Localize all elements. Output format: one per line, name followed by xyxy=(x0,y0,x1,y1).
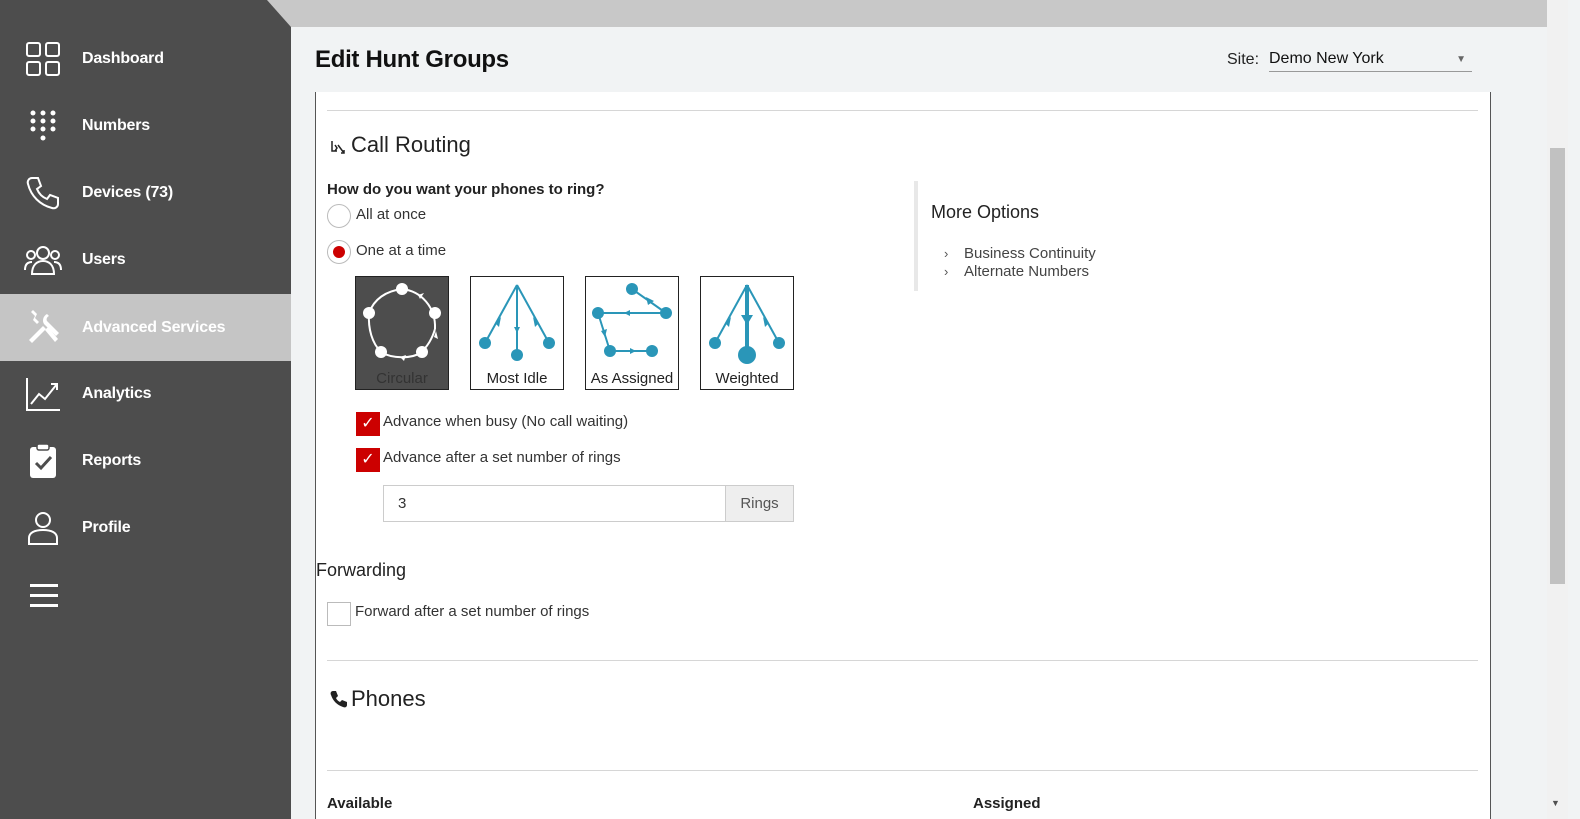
sidebar-item-analytics[interactable]: Analytics xyxy=(0,361,291,427)
rings-unit-addon: Rings xyxy=(725,485,794,522)
site-select[interactable]: Demo New York ▼ xyxy=(1269,48,1472,72)
one-at-a-time-label: One at a time xyxy=(356,242,447,259)
sidebar-item-label: Numbers xyxy=(82,117,150,134)
dialpad-icon xyxy=(23,106,63,146)
sidebar-item-numbers[interactable]: Numbers xyxy=(0,93,291,159)
dashboard-grid-icon xyxy=(23,39,63,79)
more-options-border xyxy=(914,181,918,291)
sidebar-item-label: Analytics xyxy=(82,385,152,402)
available-column-header: Available xyxy=(327,795,393,812)
chevron-down-icon: ▼ xyxy=(1456,54,1466,65)
top-bar xyxy=(291,0,1547,27)
ring-question: How do you want your phones to ring? xyxy=(327,181,605,198)
sidebar-item-label: Profile xyxy=(82,519,131,536)
advance-busy-label: Advance when busy (No call waiting) xyxy=(383,413,629,430)
method-label: Circular xyxy=(376,370,428,387)
menu-toggle-button[interactable] xyxy=(0,562,291,628)
section-divider xyxy=(327,660,1478,661)
sidebar: Dashboard Numbers Devices (73) Users Adv… xyxy=(0,0,291,819)
forwarding-title: Forwarding xyxy=(316,560,407,580)
sidebar-item-advanced-services[interactable]: Advanced Services xyxy=(0,294,291,361)
phone-icon xyxy=(23,173,63,213)
more-options-title: More Options xyxy=(931,202,1040,222)
sidebar-item-label: Users xyxy=(82,251,126,268)
all-at-once-radio[interactable] xyxy=(327,204,351,228)
sidebar-item-dashboard[interactable]: Dashboard xyxy=(0,26,291,92)
call-routing-title: Call Routing xyxy=(351,132,471,157)
advance-rings-checkbox[interactable]: ✓ xyxy=(356,448,380,472)
site-select-value: Demo New York xyxy=(1269,50,1384,67)
phones-title: Phones xyxy=(351,686,426,711)
method-label: As Assigned xyxy=(590,370,674,387)
users-icon xyxy=(23,240,63,280)
weighted-routing-icon xyxy=(709,284,785,364)
sidebar-item-label: Advanced Services xyxy=(82,318,226,336)
alternate-numbers-link[interactable]: › Alternate Numbers xyxy=(944,263,1089,280)
business-continuity-link[interactable]: › Business Continuity xyxy=(944,245,1096,262)
section-divider xyxy=(327,770,1478,771)
forward-rings-checkbox[interactable] xyxy=(327,602,351,626)
method-circular-button[interactable]: Circular xyxy=(355,276,449,390)
hamburger-menu-icon xyxy=(23,575,63,615)
most-idle-routing-icon xyxy=(479,284,555,361)
one-at-a-time-radio[interactable] xyxy=(327,240,351,264)
assigned-column-header: Assigned xyxy=(973,795,1041,812)
scroll-down-arrow-icon[interactable]: ▼ xyxy=(1551,798,1560,808)
phones-header: Phones xyxy=(329,686,426,712)
method-label: Most Idle xyxy=(486,370,548,387)
sidebar-item-label: Devices (73) xyxy=(82,184,173,201)
more-option-label: Alternate Numbers xyxy=(964,263,1090,280)
more-option-label: Business Continuity xyxy=(964,245,1096,262)
chevron-right-icon: › xyxy=(944,246,949,261)
clipboard-check-icon xyxy=(23,441,63,481)
phone-icon xyxy=(330,691,347,708)
all-at-once-label: All at once xyxy=(356,206,427,223)
sidebar-notch xyxy=(267,0,291,27)
sidebar-item-label: Dashboard xyxy=(82,50,164,67)
page-title: Edit Hunt Groups xyxy=(315,46,509,73)
as-assigned-routing-icon xyxy=(592,283,672,357)
sidebar-item-users[interactable]: Users xyxy=(0,227,291,293)
method-weighted-button[interactable]: Weighted xyxy=(700,276,794,390)
method-label: Weighted xyxy=(715,370,779,387)
method-most-idle-button[interactable]: Most Idle xyxy=(470,276,564,390)
section-divider xyxy=(327,110,1478,111)
tools-icon xyxy=(23,308,63,348)
sidebar-item-devices[interactable]: Devices (73) xyxy=(0,160,291,226)
scrollbar-thumb[interactable] xyxy=(1550,148,1565,584)
method-as-assigned-button[interactable]: As Assigned xyxy=(585,276,679,390)
sidebar-item-reports[interactable]: Reports xyxy=(0,428,291,494)
call-routing-header: Call Routing xyxy=(329,132,471,158)
advance-busy-checkbox[interactable]: ✓ xyxy=(356,412,380,436)
routing-arrows-icon xyxy=(331,141,345,154)
analytics-chart-icon xyxy=(23,374,63,414)
chevron-right-icon: › xyxy=(944,264,949,279)
site-label: Site: xyxy=(1227,51,1260,68)
rings-count-input[interactable] xyxy=(383,485,726,522)
forward-rings-label: Forward after a set number of rings xyxy=(355,603,590,620)
sidebar-item-label: Reports xyxy=(82,452,142,469)
sidebar-item-profile[interactable]: Profile xyxy=(0,495,291,561)
circular-routing-icon xyxy=(363,283,441,361)
advance-rings-label: Advance after a set number of rings xyxy=(383,449,621,466)
profile-icon xyxy=(23,508,63,548)
